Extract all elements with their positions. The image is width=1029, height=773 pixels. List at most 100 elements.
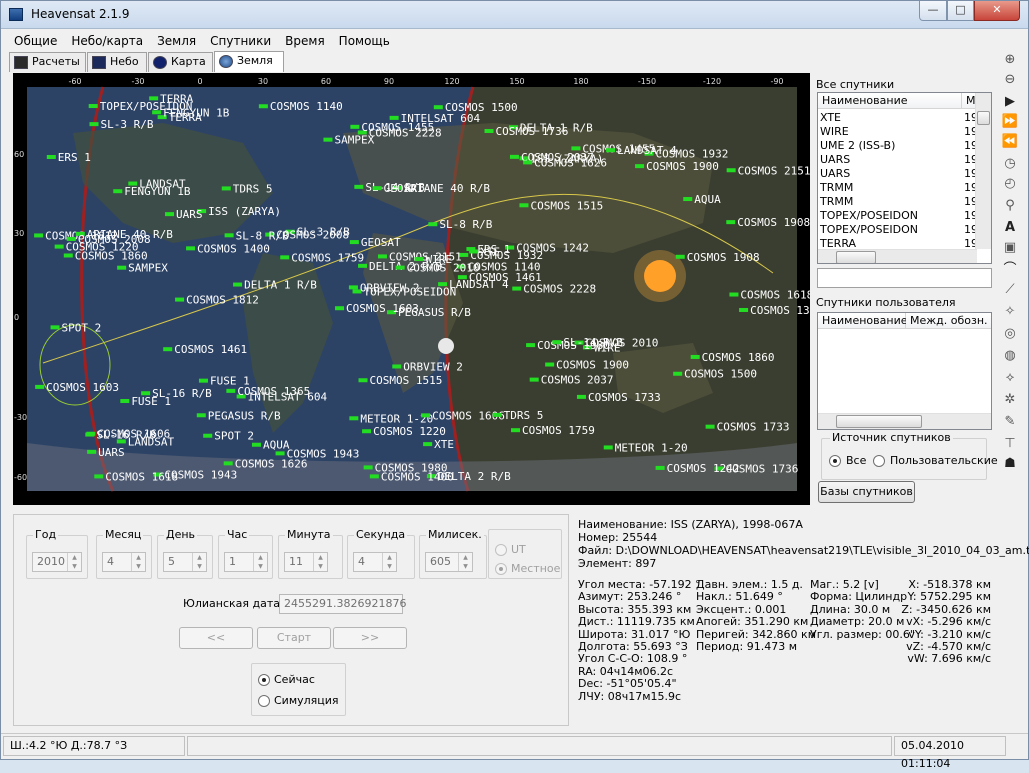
menu-sky-map[interactable]: Небо/карта	[64, 32, 150, 50]
satellite-marker[interactable]: COSMOS 1812	[175, 294, 259, 307]
timer-icon[interactable]: ◴	[1001, 175, 1019, 193]
satellite-icon[interactable]	[116, 439, 126, 444]
satellite-icon[interactable]	[705, 424, 715, 429]
list-item[interactable]: XTE 19	[820, 111, 978, 125]
satellite-icon[interactable]	[690, 354, 700, 359]
satellite-icon[interactable]	[186, 246, 196, 251]
satellite-icon[interactable]	[511, 428, 521, 433]
satellite-marker[interactable]: COSMOS 2228	[512, 283, 596, 296]
satellite-marker[interactable]: COSMOS 1603	[35, 381, 119, 394]
satellite-marker[interactable]: COSMOS 1626	[523, 156, 607, 169]
all-satellites-list[interactable]: Наименование M XTE 19 WIRE 19 UME 2 (ISS-B) 1…	[817, 92, 992, 264]
year-spinner[interactable]: 2010 ▲ ▼	[32, 552, 82, 572]
satellite-icon[interactable]	[233, 282, 243, 287]
satellite-marker[interactable]: COSMOS 1736	[484, 125, 569, 138]
spin-arrows[interactable]: ▲ ▼	[253, 553, 267, 571]
satellite-marker[interactable]: COSMOS 1618	[729, 289, 810, 302]
pencil-icon[interactable]: ✎	[1001, 413, 1019, 431]
satellite-marker[interactable]: SL-14 R/B	[552, 336, 623, 349]
satellite-icon[interactable]	[226, 388, 236, 393]
binoculars-icon[interactable]: ⚲	[1001, 197, 1019, 215]
list-item[interactable]: UARS 19	[820, 153, 978, 167]
menu-satellites[interactable]: Спутники	[203, 32, 278, 50]
satellite-icon[interactable]	[675, 254, 685, 259]
menu-general[interactable]: Общие	[7, 32, 64, 50]
satellite-icon[interactable]	[635, 164, 645, 169]
ut-radio[interactable]	[495, 544, 507, 556]
satellite-icon[interactable]	[739, 307, 749, 312]
month-spinner[interactable]: 4 ▲ ▼	[102, 552, 146, 572]
satellite-icon[interactable]	[372, 186, 382, 191]
horizontal-scrollbar[interactable]	[818, 413, 991, 429]
telescope-icon[interactable]: ⊤	[1001, 435, 1019, 453]
satellite-marker[interactable]: COSMOS 1733	[576, 391, 661, 404]
tab-sky[interactable]: Небо	[87, 52, 147, 72]
satellite-marker[interactable]: COSMOS 2037	[529, 374, 614, 387]
satellite-icon[interactable]	[175, 297, 185, 302]
satellite-icon[interactable]	[198, 378, 208, 383]
step-forward-button[interactable]: >>	[333, 627, 407, 649]
list-item[interactable]: UME 2 (ISS-B) 19	[820, 139, 978, 153]
list-item[interactable]: WIRE 19	[820, 125, 978, 139]
minute-spinner[interactable]: 11 ▲ ▼	[284, 552, 328, 572]
satellite-databases-button[interactable]: Базы спутников	[818, 481, 915, 503]
satellite-icon[interactable]	[512, 286, 522, 291]
satellite-icon[interactable]	[369, 474, 379, 479]
satellite-icon[interactable]	[348, 285, 358, 290]
satellite-icon[interactable]	[683, 197, 693, 202]
step-back-button[interactable]: <<	[179, 627, 253, 649]
satellite-icon[interactable]	[726, 220, 736, 225]
satellite-icon[interactable]	[428, 222, 438, 227]
horizontal-scrollbar[interactable]	[818, 249, 977, 263]
satellite-marker[interactable]: COSMOS 1140	[258, 100, 343, 113]
zoom-out-icon[interactable]: ⊖	[1001, 71, 1019, 89]
satellite-icon[interactable]	[50, 325, 60, 330]
satellite-icon[interactable]	[603, 445, 613, 450]
satellite-icon[interactable]	[35, 384, 45, 389]
arc-icon[interactable]: ⌒	[1001, 261, 1019, 279]
menu-time[interactable]: Время	[278, 32, 332, 50]
satellite-marker[interactable]: COSMOS 1365	[739, 304, 810, 317]
menu-earth[interactable]: Земля	[150, 32, 203, 50]
user-satellites-list[interactable]: Наименование Межд. обозн.	[817, 312, 992, 430]
globe-outline-icon[interactable]: ◍	[1001, 347, 1019, 365]
list-item[interactable]: TOPEX/POSEIDON 19	[820, 223, 978, 237]
fast-forward-icon[interactable]: ⏩	[1001, 113, 1019, 131]
satellite-icon[interactable]	[457, 275, 467, 280]
satellite-icon[interactable]	[223, 461, 233, 466]
horizon-icon[interactable]: ⟋	[1001, 281, 1019, 299]
tab-calculations[interactable]: Расчеты	[9, 52, 86, 72]
column-header-name[interactable]: Наименование	[818, 93, 962, 109]
satellite-icon[interactable]	[203, 433, 213, 438]
list-item[interactable]: TRMM 19	[820, 181, 978, 195]
satellite-icon[interactable]	[571, 146, 581, 151]
satellite-marker[interactable]: METEOR 1-20	[603, 441, 688, 454]
spin-arrows[interactable]: ▲ ▼	[131, 553, 145, 571]
satellite-icon[interactable]: ✧	[1001, 303, 1019, 321]
julian-date-field[interactable]: 2455291.3826921876	[279, 594, 406, 614]
hour-spinner[interactable]: 1 ▲ ▼	[224, 552, 268, 572]
satellite-icon[interactable]	[726, 168, 736, 173]
clock-icon[interactable]: ◷	[1001, 155, 1019, 173]
satellite-marker[interactable]: COSMOS 1455	[350, 121, 434, 134]
settings-icon[interactable]: ✲	[1001, 391, 1019, 409]
satellite-icon[interactable]	[224, 233, 234, 238]
satellite-icon[interactable]	[113, 189, 123, 194]
satellite-icon[interactable]	[280, 255, 290, 260]
start-button[interactable]: Старт	[257, 627, 331, 649]
maximize-button[interactable]: □	[947, 1, 974, 21]
now-radio[interactable]	[258, 674, 270, 686]
column-header-name[interactable]: Наименование	[818, 313, 907, 329]
satellite-icon[interactable]	[414, 257, 424, 262]
grid-globe-icon[interactable]: ◎	[1001, 325, 1019, 343]
spin-arrows[interactable]: ▲ ▼	[458, 553, 472, 571]
local-time-radio[interactable]	[495, 563, 507, 575]
satellite-marker[interactable]: DELTA 1 R/B	[233, 279, 317, 292]
satellite-marker[interactable]: COSMOS 1908	[675, 251, 760, 264]
text-label-icon[interactable]: A	[1001, 219, 1019, 237]
satellite-icon[interactable]	[523, 160, 533, 165]
scroll-thumb[interactable]	[836, 415, 922, 428]
satellite-icon[interactable]	[421, 413, 431, 418]
satellite-icon[interactable]	[85, 432, 95, 437]
satellite-icon[interactable]	[335, 306, 345, 311]
